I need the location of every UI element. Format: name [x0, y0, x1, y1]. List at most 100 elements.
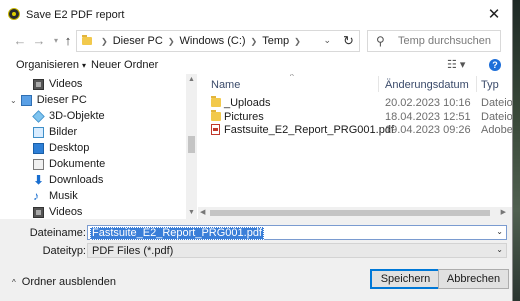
- forward-arrow-icon[interactable]: →: [31, 32, 47, 50]
- file-name: Fastsuite_E2_Report_PRG001.pdf: [224, 124, 394, 136]
- file-type: Dateiord: [481, 111, 512, 123]
- organize-button[interactable]: Organisieren ▾: [16, 59, 86, 71]
- sidebar-item-label: Dokumente: [49, 158, 106, 170]
- file-row[interactable]: Fastsuite_E2_Report_PRG001.pdf 19.04.202…: [198, 124, 512, 137]
- column-header-type[interactable]: Typ: [481, 79, 499, 91]
- chevron-down-icon[interactable]: ⌄: [10, 96, 17, 105]
- window-title: Save E2 PDF report: [26, 9, 125, 21]
- scroll-thumb[interactable]: [188, 136, 195, 153]
- filename-input[interactable]: Fastsuite_E2_Report_PRG001.pdf ⌄: [87, 225, 507, 240]
- column-divider[interactable]: [378, 76, 379, 92]
- file-name: Pictures: [224, 111, 264, 123]
- column-header-date[interactable]: Änderungsdatum: [385, 79, 469, 91]
- desktop-icon: [33, 142, 44, 154]
- chevron-right-icon[interactable]: ❯: [294, 37, 301, 46]
- sidebar-item-label: Videos: [49, 78, 83, 90]
- file-date: 20.02.2023 10:16: [385, 97, 471, 109]
- sidebar-item-label: Dieser PC: [36, 94, 87, 106]
- save-dialog: Save E2 PDF report ✕ ← → ▾ ↑ ❯ Dieser PC…: [0, 0, 513, 301]
- video-icon: [33, 206, 44, 218]
- filetype-value: PDF Files (*.pdf): [92, 245, 174, 257]
- sidebar-item-label: 3D-Objekte: [49, 110, 105, 122]
- sidebar-item-downloads[interactable]: ⬇ Downloads: [33, 172, 103, 188]
- breadcrumb-item[interactable]: Windows (C:): [180, 35, 246, 47]
- search-placeholder: Temp durchsuchen: [398, 35, 491, 47]
- chevron-right-icon[interactable]: ❯: [168, 37, 175, 46]
- sidebar-item-videos[interactable]: Videos: [33, 204, 82, 219]
- sidebar-item-label: Desktop: [49, 142, 90, 154]
- search-input[interactable]: ⚲ Temp durchsuchen: [367, 30, 501, 52]
- new-folder-button[interactable]: Neuer Ordner: [91, 59, 158, 71]
- pdf-icon: [211, 124, 220, 135]
- filetype-label: Dateityp:: [42, 245, 86, 257]
- file-row[interactable]: _Uploads 20.02.2023 10:16 Dateiord: [198, 96, 512, 110]
- filename-value: Fastsuite_E2_Report_PRG001.pdf: [90, 227, 264, 240]
- file-list: Name ^ Änderungsdatum Typ _Uploads 20.02…: [198, 74, 512, 219]
- command-bar: Organisieren ▾ Neuer Ordner ☷ ▾ ?: [0, 56, 512, 74]
- file-list-scrollbar[interactable]: ◀ ▶: [198, 207, 512, 219]
- file-type: Adobe A: [481, 124, 512, 136]
- file-date: 18.04.2023 12:51: [385, 111, 471, 123]
- column-header-name[interactable]: Name: [211, 79, 240, 91]
- hide-folders-label: Ordner ausblenden: [21, 276, 116, 288]
- sidebar-item-documents[interactable]: Dokumente: [33, 156, 105, 172]
- column-divider[interactable]: [476, 76, 477, 92]
- navigation-scrollbar[interactable]: ▲ ▼: [186, 74, 197, 219]
- sidebar-item-this-pc[interactable]: ⌄ Dieser PC: [10, 92, 87, 108]
- scroll-left-icon[interactable]: ◀: [200, 207, 205, 219]
- breadcrumb-item[interactable]: Dieser PC: [113, 35, 163, 47]
- file-date: 19.04.2023 09:26: [385, 124, 471, 136]
- chevron-down-icon[interactable]: ⌄: [323, 35, 331, 46]
- caret-down-icon: ▾: [81, 61, 86, 70]
- organize-label: Organisieren: [16, 59, 79, 71]
- sidebar-item-label: Bilder: [49, 126, 78, 138]
- folder-icon: [211, 110, 221, 121]
- scroll-down-icon[interactable]: ▼: [186, 207, 197, 219]
- sidebar-item-pictures[interactable]: Bilder: [33, 124, 77, 140]
- chevron-right-icon[interactable]: ❯: [101, 37, 108, 46]
- file-type: Dateiord: [481, 97, 512, 109]
- save-button[interactable]: Speichern: [370, 269, 441, 289]
- search-icon: ⚲: [376, 34, 385, 48]
- folder-icon: [211, 96, 221, 107]
- refresh-button[interactable]: ↻: [338, 30, 360, 52]
- computer-icon: [20, 94, 32, 106]
- cube-icon: [32, 109, 45, 123]
- navigation-bar: ← → ▾ ↑ ❯ Dieser PC ❯ Windows (C:) ❯ Tem…: [0, 30, 512, 52]
- filename-label: Dateiname:: [29, 227, 86, 239]
- music-icon: ♪: [33, 188, 39, 203]
- help-icon[interactable]: ?: [489, 59, 501, 71]
- back-arrow-icon[interactable]: ←: [12, 32, 28, 50]
- sidebar-item-3d-objects[interactable]: 3D-Objekte: [32, 108, 105, 124]
- download-icon: ⬇: [33, 172, 44, 187]
- save-form: Dateiname: Fastsuite_E2_Report_PRG001.pd…: [0, 219, 512, 301]
- sidebar-item-label: Musik: [49, 190, 78, 202]
- chevron-down-icon[interactable]: ⌄: [496, 245, 503, 254]
- address-bar[interactable]: ❯ Dieser PC ❯ Windows (C:) ❯ Temp ❯ ⌄: [76, 30, 360, 52]
- cancel-button[interactable]: Abbrechen: [438, 269, 509, 289]
- up-arrow-icon[interactable]: ↑: [60, 32, 76, 50]
- hide-folders-toggle[interactable]: ^ Ordner ausblenden: [12, 276, 116, 288]
- filetype-select[interactable]: PDF Files (*.pdf) ⌄: [87, 243, 507, 258]
- scroll-up-icon[interactable]: ▲: [186, 74, 197, 86]
- chevron-right-icon[interactable]: ❯: [251, 37, 258, 46]
- file-row[interactable]: Pictures 18.04.2023 12:51 Dateiord: [198, 110, 512, 124]
- sidebar-item-videos[interactable]: Videos: [33, 76, 82, 92]
- video-icon: [33, 78, 44, 90]
- scroll-thumb[interactable]: [210, 210, 490, 216]
- pictures-icon: [33, 126, 44, 138]
- folder-icon: [82, 35, 92, 45]
- file-name: _Uploads: [224, 97, 271, 109]
- documents-icon: [33, 158, 44, 170]
- view-options-icon[interactable]: ☷ ▾: [447, 58, 465, 71]
- navigation-pane: Videos ⌄ Dieser PC 3D-Objekte Bilder Desk…: [0, 74, 197, 219]
- close-button[interactable]: ✕: [484, 5, 504, 25]
- breadcrumb-item[interactable]: Temp: [262, 35, 289, 47]
- sidebar-item-label: Videos: [49, 206, 83, 218]
- refresh-icon: ↻: [343, 33, 354, 48]
- chevron-down-icon[interactable]: ⌄: [496, 227, 503, 236]
- sidebar-item-music[interactable]: ♪ Musik: [33, 188, 78, 204]
- scroll-right-icon[interactable]: ▶: [501, 207, 506, 219]
- sidebar-item-desktop[interactable]: Desktop: [33, 140, 89, 156]
- chevron-up-icon: ^: [12, 277, 16, 287]
